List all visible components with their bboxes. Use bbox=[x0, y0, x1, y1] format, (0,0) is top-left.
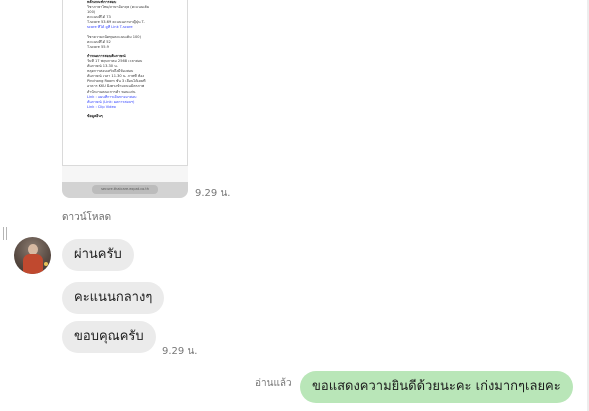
screenshot-bottom-area bbox=[62, 166, 188, 182]
browser-address-bar: secure.thaicare.expat.co.th bbox=[62, 182, 188, 198]
incoming-message[interactable]: คะแนนกลางๆ bbox=[62, 282, 165, 314]
avatar-detail bbox=[44, 262, 48, 266]
avatar-body bbox=[23, 254, 43, 274]
image-timestamp: 9.29 น. bbox=[195, 188, 231, 199]
url-field: secure.thaicare.expat.co.th bbox=[92, 185, 158, 194]
read-receipt: อ่านแล้ว bbox=[255, 378, 292, 389]
incoming-message[interactable]: ผ่านครับ bbox=[62, 239, 134, 271]
avatar[interactable] bbox=[14, 237, 51, 274]
screenshot-document-text: หลักเกณฑ์การสอบ วิชาภาษาไทย/ภาษาอังกฤษ (ค… bbox=[87, 0, 183, 119]
download-link[interactable]: ดาวน์โหลด bbox=[62, 210, 111, 225]
message-timestamp: 9.29 น. bbox=[162, 346, 198, 357]
drag-handle-icon[interactable] bbox=[3, 227, 8, 240]
shared-screenshot-image[interactable]: หลักเกณฑ์การสอบ วิชาภาษาไทย/ภาษาอังกฤษ (ค… bbox=[62, 0, 188, 166]
outgoing-message[interactable]: ขอแสดงความยินดีด้วยนะคะ เก่งมากๆเลยคะ bbox=[300, 371, 573, 403]
incoming-message[interactable]: ขอบคุณครับ bbox=[62, 321, 156, 353]
document-line: ข้อมูลอื่นๆ bbox=[87, 113, 103, 118]
